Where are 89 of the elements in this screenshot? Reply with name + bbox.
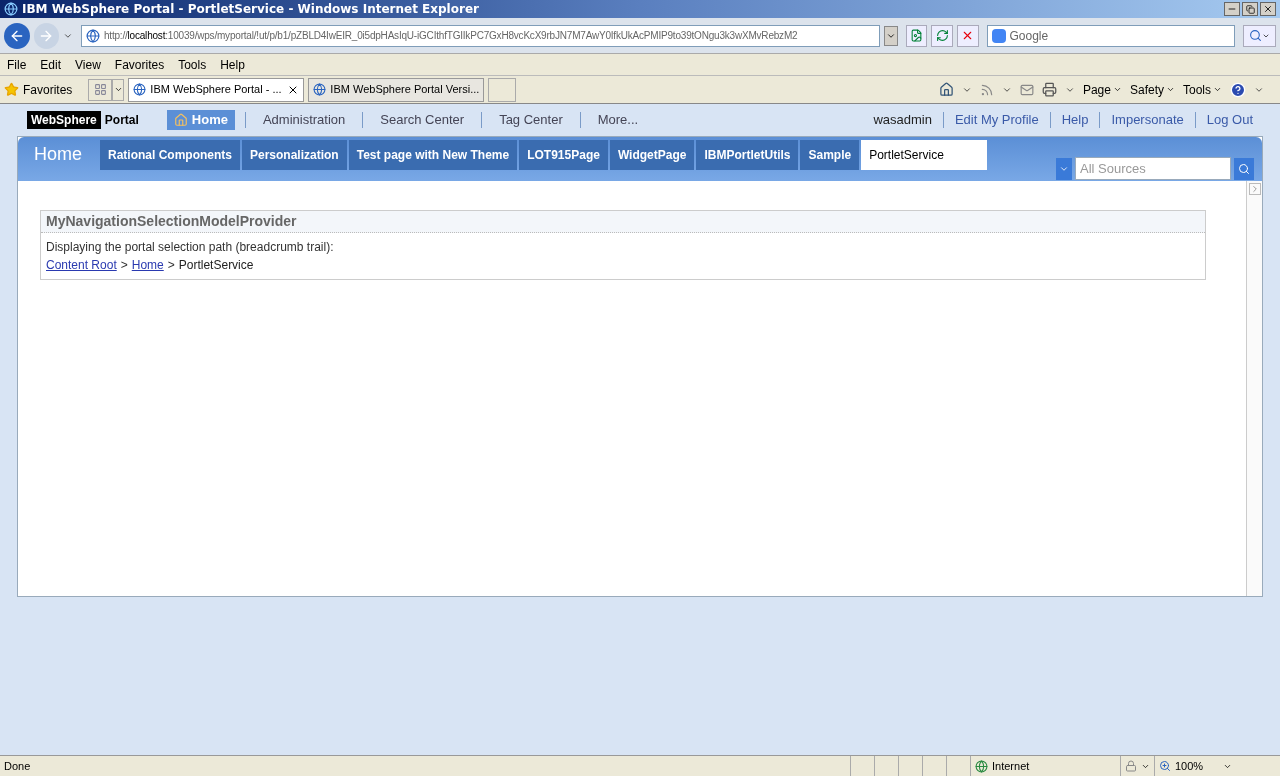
user-link[interactable]: Help	[1061, 110, 1089, 130]
restore-icon	[1245, 4, 1255, 14]
mail-icon[interactable]	[1019, 82, 1034, 97]
user-name: wasadmin	[873, 111, 932, 130]
internet-zone-icon	[975, 759, 988, 773]
portal-search-field[interactable]: All Sources	[1075, 157, 1231, 180]
command-menu-button[interactable]: Tools	[1183, 80, 1222, 99]
breadcrumb-separator: >	[167, 257, 175, 274]
menu-item[interactable]: Edit	[40, 55, 62, 74]
portlet-description: Displaying the portal selection path (breadcrumb trail):	[46, 239, 335, 256]
page-tab[interactable]: Test page with New Theme	[348, 140, 518, 170]
breadcrumb-link[interactable]: Home	[131, 256, 164, 274]
top-nav-link[interactable]: Search Center	[373, 110, 472, 130]
user-link[interactable]: Impersonate	[1111, 110, 1184, 130]
caret-icon	[113, 85, 123, 94]
page-tab[interactable]: WidgetPage	[609, 140, 695, 170]
search-icon	[1248, 29, 1262, 42]
zone-text: Internet	[992, 758, 1030, 774]
print-icon[interactable]	[1041, 82, 1057, 97]
zoom-icon	[1159, 760, 1171, 772]
tab-page-icon	[133, 83, 147, 96]
product-name: Portal	[104, 112, 139, 129]
portal-search-button[interactable]	[1234, 157, 1254, 180]
home-icon	[173, 113, 188, 127]
stop-button[interactable]	[956, 24, 979, 47]
tab-label: IBM WebSphere Portal - ...	[150, 82, 282, 98]
close-icon	[1263, 4, 1273, 14]
page-tab[interactable]: PortletService	[861, 140, 988, 170]
quick-tabs-button[interactable]	[88, 78, 113, 101]
browser-tab[interactable]: IBM WebSphere Portal - ...	[128, 77, 305, 102]
page-tab[interactable]: Personalization	[242, 140, 347, 170]
zoom-level[interactable]: 100%	[1175, 757, 1204, 775]
page-tab[interactable]: Sample	[800, 140, 860, 170]
page-image-icon	[909, 29, 923, 42]
home-title: Home	[34, 143, 83, 166]
address-field[interactable]: http://localhost:10039/wps/myportal/!ut/p/b1/pZBLD4IwEIR_0i5dpHAsIqU-iGCIthfTGIIkPC7GxH8vcKcX9rbJN7M7AwY0IfkUkAcPMIP9to39tONgu3k3wXMvRebzM2	[80, 24, 880, 47]
restore-button[interactable]	[1242, 2, 1258, 16]
caret-icon	[1213, 85, 1222, 94]
breadcrumb-link[interactable]: Content Root	[46, 256, 117, 274]
menu-item[interactable]: Tools	[178, 55, 207, 74]
refresh-button[interactable]	[931, 24, 953, 47]
page-tab[interactable]: IBMPortletUtils	[696, 140, 799, 170]
tab-page-icon	[313, 83, 327, 96]
address-dropdown-button[interactable]	[883, 25, 898, 46]
new-tab-button[interactable]	[488, 77, 517, 102]
window-title: IBM WebSphere Portal - PortletService - Windows Internet Explorer	[22, 1, 479, 18]
tab-label: IBM WebSphere Portal Versi...	[330, 82, 480, 98]
menu-item[interactable]: File	[7, 55, 27, 74]
home-icon[interactable]	[938, 82, 954, 97]
caret-icon	[1166, 85, 1175, 94]
refresh-icon	[935, 29, 949, 42]
back-button[interactable]	[4, 22, 30, 49]
portlet-title: MyNavigationSelectionModelProvider	[46, 212, 297, 231]
page-tab[interactable]: LOT915Page	[519, 140, 608, 170]
top-nav-link[interactable]: More...	[590, 110, 646, 130]
search-input[interactable]: Google	[1009, 26, 1230, 45]
search-button[interactable]	[1242, 24, 1276, 47]
top-nav-link[interactable]: Administration	[255, 110, 353, 130]
expand-icon[interactable]	[1248, 183, 1261, 195]
command-menu-button[interactable]: Safety	[1129, 80, 1175, 99]
menu-item[interactable]: Favorites	[114, 55, 165, 74]
minimize-button[interactable]	[1224, 2, 1240, 16]
command-menu-button[interactable]: Page	[1082, 80, 1122, 99]
user-link[interactable]: Log Out	[1206, 110, 1253, 130]
protected-mode-icon	[1125, 760, 1137, 772]
menu-item[interactable]: Help	[220, 55, 245, 74]
tab-list-button[interactable]	[112, 78, 125, 101]
compatibility-button[interactable]	[905, 24, 928, 47]
help-icon[interactable]	[1230, 81, 1246, 98]
favorites-button[interactable]: Favorites	[23, 80, 73, 99]
search-icon	[1238, 162, 1250, 175]
browser-tab[interactable]: IBM WebSphere Portal Versi...	[308, 77, 485, 102]
breadcrumb-separator: >	[120, 257, 128, 274]
breadcrumb-current: PortletService	[178, 257, 254, 274]
close-button[interactable]	[1260, 2, 1276, 16]
search-field[interactable]: Google	[986, 24, 1235, 47]
url-text: http://localhost:10039/wps/myportal/!ut/p/b1/pZBLD4IwEIR_0i5dpHAsIqU-iGCIthfTGIIkPC7GxH8vcKcX9rbJN7M7AwY0IfkUkAcPMIP9to39tONgu3k3wXMvRebzM2	[103, 29, 798, 43]
feeds-icon[interactable]	[979, 82, 994, 97]
top-nav-link[interactable]: Tag Center	[492, 110, 570, 130]
page-icon	[85, 28, 100, 43]
grid-icon	[93, 83, 107, 96]
user-link[interactable]: Edit My Profile	[954, 110, 1039, 130]
favorites-star-icon	[4, 82, 19, 97]
caret-icon	[1112, 85, 1122, 94]
brand-logo: WebSphere	[27, 111, 101, 129]
page-tab[interactable]: Rational Components	[100, 140, 240, 170]
menu-item[interactable]: View	[75, 55, 101, 74]
browser-logo-icon	[4, 2, 18, 16]
status-text: Done	[3, 758, 32, 774]
